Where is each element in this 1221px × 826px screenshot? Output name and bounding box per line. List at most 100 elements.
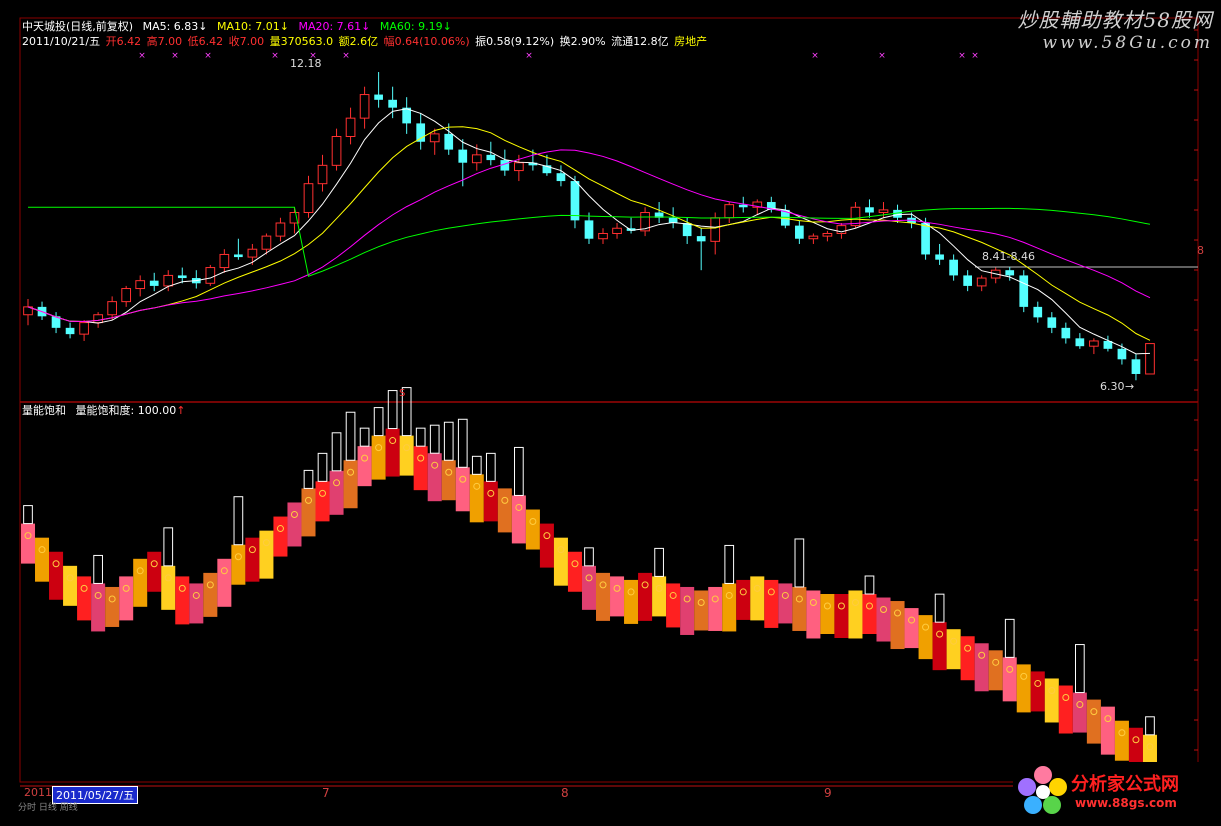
signal-marker: × — [204, 51, 212, 61]
volume-outline-bar — [233, 496, 244, 546]
saturation-bar — [371, 435, 386, 480]
signal-marker: × — [811, 51, 819, 61]
candle-down — [949, 259, 958, 276]
candle-up — [93, 314, 103, 324]
saturation-bar — [413, 446, 428, 491]
chart-window: × × × × × × × × × × × 中天城投(日线,前复权) MA5: 6.83↓ MA10… — [0, 0, 1221, 826]
indicator-name[interactable]: 量能饱和 — [22, 404, 66, 417]
saturation-bar — [329, 470, 344, 515]
candle-down — [584, 220, 594, 239]
candle-up — [724, 204, 735, 219]
signal-marker: × — [958, 51, 966, 61]
volume-outline-bar — [373, 407, 384, 437]
saturation-bar — [77, 576, 92, 621]
candle-up — [205, 267, 216, 284]
saturation-bar — [189, 583, 204, 624]
candle-up — [878, 209, 889, 214]
candle-down — [795, 225, 804, 239]
saturation-bar — [539, 523, 554, 568]
saturation-bar — [175, 576, 190, 625]
volume-outline-bar — [387, 390, 398, 430]
candle-up — [429, 133, 440, 143]
candle-down — [696, 236, 706, 242]
volume-outline-bar — [724, 544, 735, 584]
candle-up — [1145, 343, 1155, 375]
candle-down — [388, 99, 397, 108]
close-price: 收7.00 — [228, 35, 265, 48]
candle-up — [107, 301, 117, 316]
saturation-bar — [1100, 706, 1115, 755]
volume-outline-bar — [514, 446, 524, 496]
candle-up — [135, 280, 146, 290]
candle-down — [921, 223, 930, 255]
saturation-bar — [231, 544, 246, 585]
watermark-line1: 炒股輔助教材58股网 — [1017, 8, 1213, 32]
saturation-bar — [105, 586, 120, 627]
candle-up — [247, 248, 258, 258]
saturation-bar — [876, 597, 891, 642]
candle-up — [514, 162, 524, 172]
candle-up — [303, 183, 314, 214]
saturation-bar — [301, 488, 316, 537]
flower-logo-icon — [1018, 766, 1067, 814]
saturation-bar — [946, 629, 961, 670]
logo-name: 分析家公式网 — [1071, 774, 1179, 795]
saturation-bar — [764, 579, 779, 628]
saturation-bar — [974, 643, 989, 692]
saturation-bar — [203, 572, 218, 617]
saturation-bar — [49, 551, 64, 600]
change-value: 幅0.64(10.06%) — [383, 35, 470, 48]
candle-up — [808, 235, 819, 240]
candle-down — [234, 254, 243, 258]
volume-outline-bar — [93, 554, 103, 584]
saturation-bar — [652, 576, 667, 617]
volume-value: 量370563.0 — [269, 35, 334, 48]
saturation-bar — [778, 583, 793, 624]
candle-up — [471, 154, 482, 164]
quote-header: 2011/10/21/五 开6.42 高7.00 低6.42 收7.00 量37… — [22, 35, 713, 48]
bottom-tab-strip[interactable]: 分时 日线 周线 — [18, 800, 238, 813]
saturation-bar — [610, 576, 625, 617]
xaxis-month-8: 8 — [561, 786, 569, 800]
open-price: 开6.42 — [105, 35, 142, 48]
candle-down — [149, 280, 159, 286]
candle-down — [570, 181, 580, 221]
saturation-bar — [357, 446, 372, 487]
ma20-value: MA20: 7.61↓ — [298, 20, 371, 33]
volume-outline-bar — [317, 452, 328, 482]
candle-up — [275, 222, 286, 237]
saturation-bar — [638, 572, 653, 621]
saturation-bar — [722, 583, 737, 632]
saturation-bar — [624, 579, 639, 624]
candle-up — [612, 227, 622, 234]
saturation-bar — [469, 474, 484, 523]
amount-value: 额2.6亿 — [338, 35, 379, 48]
right-axis-label: 8 — [1197, 244, 1204, 257]
candle-up — [1089, 340, 1099, 347]
ma5-value: MA5: 6.83↓ — [142, 20, 208, 33]
signal-marker: × — [971, 51, 979, 61]
saturation-bar — [91, 583, 106, 632]
volume-outline-bar — [584, 547, 594, 567]
s-marker: S — [399, 388, 406, 399]
volume-outline-bar — [331, 432, 342, 472]
volume-outline-bar — [794, 538, 805, 588]
candle-down — [1117, 348, 1127, 360]
volume-outline-bar — [443, 421, 454, 461]
candle-up — [822, 232, 833, 237]
saturation-bar — [567, 551, 582, 592]
signal-marker: × — [878, 51, 886, 61]
candle-down — [1061, 327, 1071, 339]
candle-down — [865, 207, 874, 213]
saturation-bar — [20, 523, 36, 564]
volume-outline-bar — [415, 427, 426, 447]
volume-outline-bar — [471, 455, 482, 475]
saturation-bar — [287, 502, 302, 547]
candle-down — [458, 149, 468, 163]
candle-up — [261, 235, 272, 250]
saturation-bar — [806, 590, 821, 639]
candle-down — [1131, 359, 1141, 374]
candle-up — [163, 274, 174, 287]
candle-up — [598, 232, 608, 240]
low-arrow-icon: → — [1125, 380, 1135, 393]
